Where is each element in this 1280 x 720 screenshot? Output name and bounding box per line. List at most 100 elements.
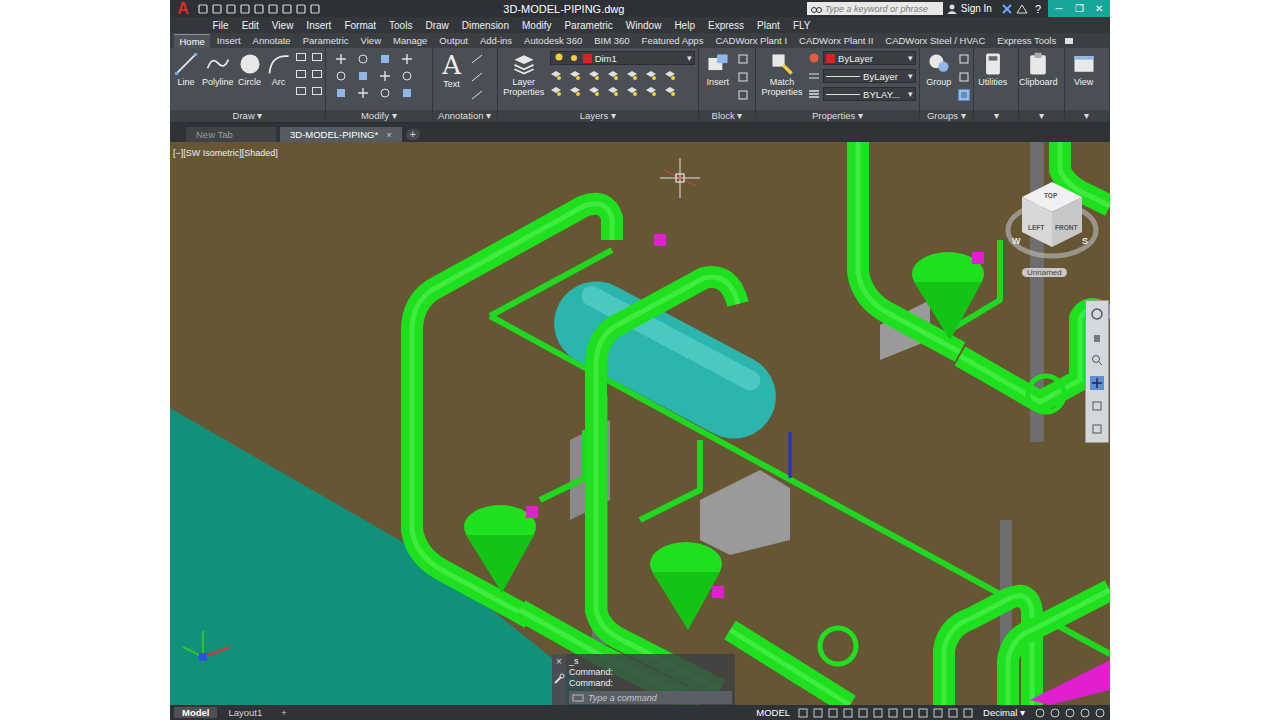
menu-item[interactable]: Window — [619, 20, 668, 31]
viewcube-top-face[interactable]: TOP — [1044, 192, 1057, 199]
layer-dropdown[interactable]: Dim1 ▾ — [550, 51, 695, 65]
modify-tool-icon[interactable] — [401, 53, 413, 65]
ribbon-tab[interactable]: Express Tools — [992, 34, 1062, 47]
search-field[interactable]: Type a keyword or phrase — [807, 2, 943, 15]
modify-tool-icon[interactable] — [379, 53, 391, 65]
quick-access-icon[interactable] — [281, 3, 293, 15]
viewcube-front-face[interactable]: FRONT — [1055, 224, 1077, 231]
extra-panel-button[interactable]: Utilities — [977, 51, 1009, 87]
extra-panel-button[interactable]: Clipboard — [1022, 51, 1054, 87]
ribbon-tab[interactable]: Output — [434, 34, 474, 47]
close-tab-button[interactable]: × — [386, 129, 392, 140]
modify-tool-icon[interactable] — [335, 53, 347, 65]
quick-access-icon[interactable] — [225, 3, 237, 15]
viewcube-left-face[interactable]: LEFT — [1028, 224, 1044, 231]
modify-tool-icon[interactable] — [379, 70, 391, 82]
add-layout-button[interactable]: + — [273, 707, 295, 718]
layout-tab[interactable]: Model — [174, 707, 217, 718]
menu-item[interactable]: Plant — [751, 20, 787, 31]
modify-tool-icon[interactable] — [335, 87, 347, 99]
group-button[interactable]: Group — [923, 51, 955, 87]
ribbon-tab[interactable]: CADWorx Plant I — [710, 34, 793, 47]
a360-icon[interactable] — [1016, 3, 1028, 15]
quick-access-icon[interactable] — [239, 3, 251, 15]
status-toggle-icon[interactable] — [902, 707, 914, 719]
close-command-line-button[interactable]: × — [556, 657, 562, 667]
group-tool-icon[interactable] — [958, 53, 970, 65]
draw-small-tool-icon[interactable] — [311, 68, 323, 80]
match-properties-button[interactable]: Match Properties — [759, 51, 805, 97]
quick-access-icon[interactable] — [253, 3, 265, 15]
compass-direction[interactable]: W — [1012, 236, 1021, 246]
extra-panel-button[interactable]: View — [1068, 51, 1100, 87]
units-dropdown[interactable]: Decimal ▾ — [983, 707, 1025, 718]
annotation-tool-icon[interactable] — [471, 53, 483, 65]
window-control-button[interactable]: ❐ — [1072, 3, 1086, 14]
ribbon-tab[interactable]: Featured Apps — [636, 34, 709, 47]
compass-direction[interactable]: S — [1082, 236, 1088, 246]
ribbon-tab[interactable]: Insert — [211, 34, 246, 47]
layer-tool-icon[interactable] — [588, 69, 600, 81]
menu-item[interactable]: File — [206, 20, 235, 31]
exchange-icon[interactable] — [1001, 3, 1013, 15]
menu-item[interactable]: Modify — [516, 20, 558, 31]
ribbon-tab[interactable]: View — [355, 34, 386, 47]
window-control-button[interactable]: ─ — [1052, 3, 1066, 14]
annotation-tool-icon[interactable] — [471, 71, 483, 83]
status-toggle-icon[interactable] — [857, 707, 869, 719]
status-toggle-icon[interactable] — [812, 707, 824, 719]
layer-tool-icon[interactable] — [645, 69, 657, 81]
status-toggle-icon[interactable] — [932, 707, 944, 719]
quick-access-icon[interactable] — [309, 3, 321, 15]
ucs-name[interactable]: Unnamed — [1022, 268, 1067, 277]
linetype-dropdown[interactable]: ByLayer ▾ — [823, 69, 916, 83]
lineweight-dropdown[interactable]: BYLAY... ▾ — [823, 87, 916, 101]
menu-item[interactable]: Help — [668, 20, 702, 31]
ribbon-tab[interactable]: Autodesk 360 — [519, 34, 588, 47]
ribbon-tab[interactable]: Add-ins — [474, 34, 517, 47]
panel-title[interactable]: ▾ — [974, 110, 1018, 122]
status-toggle-icon[interactable] — [872, 707, 884, 719]
menu-item[interactable]: Tools — [383, 20, 419, 31]
status-tool-icon[interactable] — [1079, 707, 1091, 719]
ribbon-tab[interactable]: Home — [174, 34, 210, 48]
panel-title[interactable]: Layers ▾ — [498, 110, 698, 122]
quick-access-icon[interactable] — [211, 3, 223, 15]
navigation-tool-icon[interactable] — [1090, 353, 1104, 367]
modify-tool-icon[interactable] — [357, 87, 369, 99]
panel-title[interactable]: Groups ▾ — [920, 110, 973, 122]
ribbon-tab[interactable]: CADWorx Steel / HVAC — [880, 34, 991, 47]
viewport-controls-label[interactable]: [−][SW Isometric][Shaded] — [173, 148, 278, 158]
modify-tool-icon[interactable] — [335, 70, 347, 82]
layer-tool-icon[interactable] — [645, 85, 657, 97]
ribbon-tab[interactable]: Annotate — [247, 34, 296, 47]
panel-title[interactable]: ▾ — [1065, 110, 1109, 122]
layer-properties-button[interactable]: Layer Properties — [501, 51, 547, 97]
ribbon-tab[interactable]: Manage — [388, 34, 433, 47]
ribbon-tab[interactable]: BIM 360 — [589, 34, 635, 47]
draw-tool-button[interactable]: Circle — [237, 51, 263, 87]
modify-tool-icon[interactable] — [379, 87, 391, 99]
new-tab-button[interactable]: + — [406, 129, 420, 140]
group-tool-icon[interactable] — [958, 89, 970, 101]
wrench-icon[interactable] — [553, 673, 565, 685]
status-toggle-icon[interactable] — [887, 707, 899, 719]
status-toggle-icon[interactable] — [797, 707, 809, 719]
panel-title[interactable]: Modify ▾ — [326, 110, 432, 122]
status-tool-icon[interactable] — [1064, 707, 1076, 719]
group-tool-icon[interactable] — [958, 71, 970, 83]
block-tool-icon[interactable] — [737, 53, 749, 65]
menu-item[interactable]: Insert — [300, 20, 338, 31]
status-toggle-icon[interactable] — [842, 707, 854, 719]
layer-tool-icon[interactable] — [569, 69, 581, 81]
panel-title[interactable]: ▾ — [1019, 110, 1063, 122]
menu-item[interactable]: Format — [338, 20, 383, 31]
draw-tool-button[interactable]: Polyline — [202, 51, 234, 87]
draw-small-tool-icon[interactable] — [295, 51, 307, 63]
status-toggle-icon[interactable] — [962, 707, 974, 719]
insert-block-button[interactable]: Insert — [702, 51, 734, 87]
layer-tool-icon[interactable] — [626, 69, 638, 81]
draw-small-tool-icon[interactable] — [311, 51, 323, 63]
layer-tool-icon[interactable] — [664, 69, 676, 81]
navigation-tool-icon[interactable] — [1090, 307, 1104, 321]
